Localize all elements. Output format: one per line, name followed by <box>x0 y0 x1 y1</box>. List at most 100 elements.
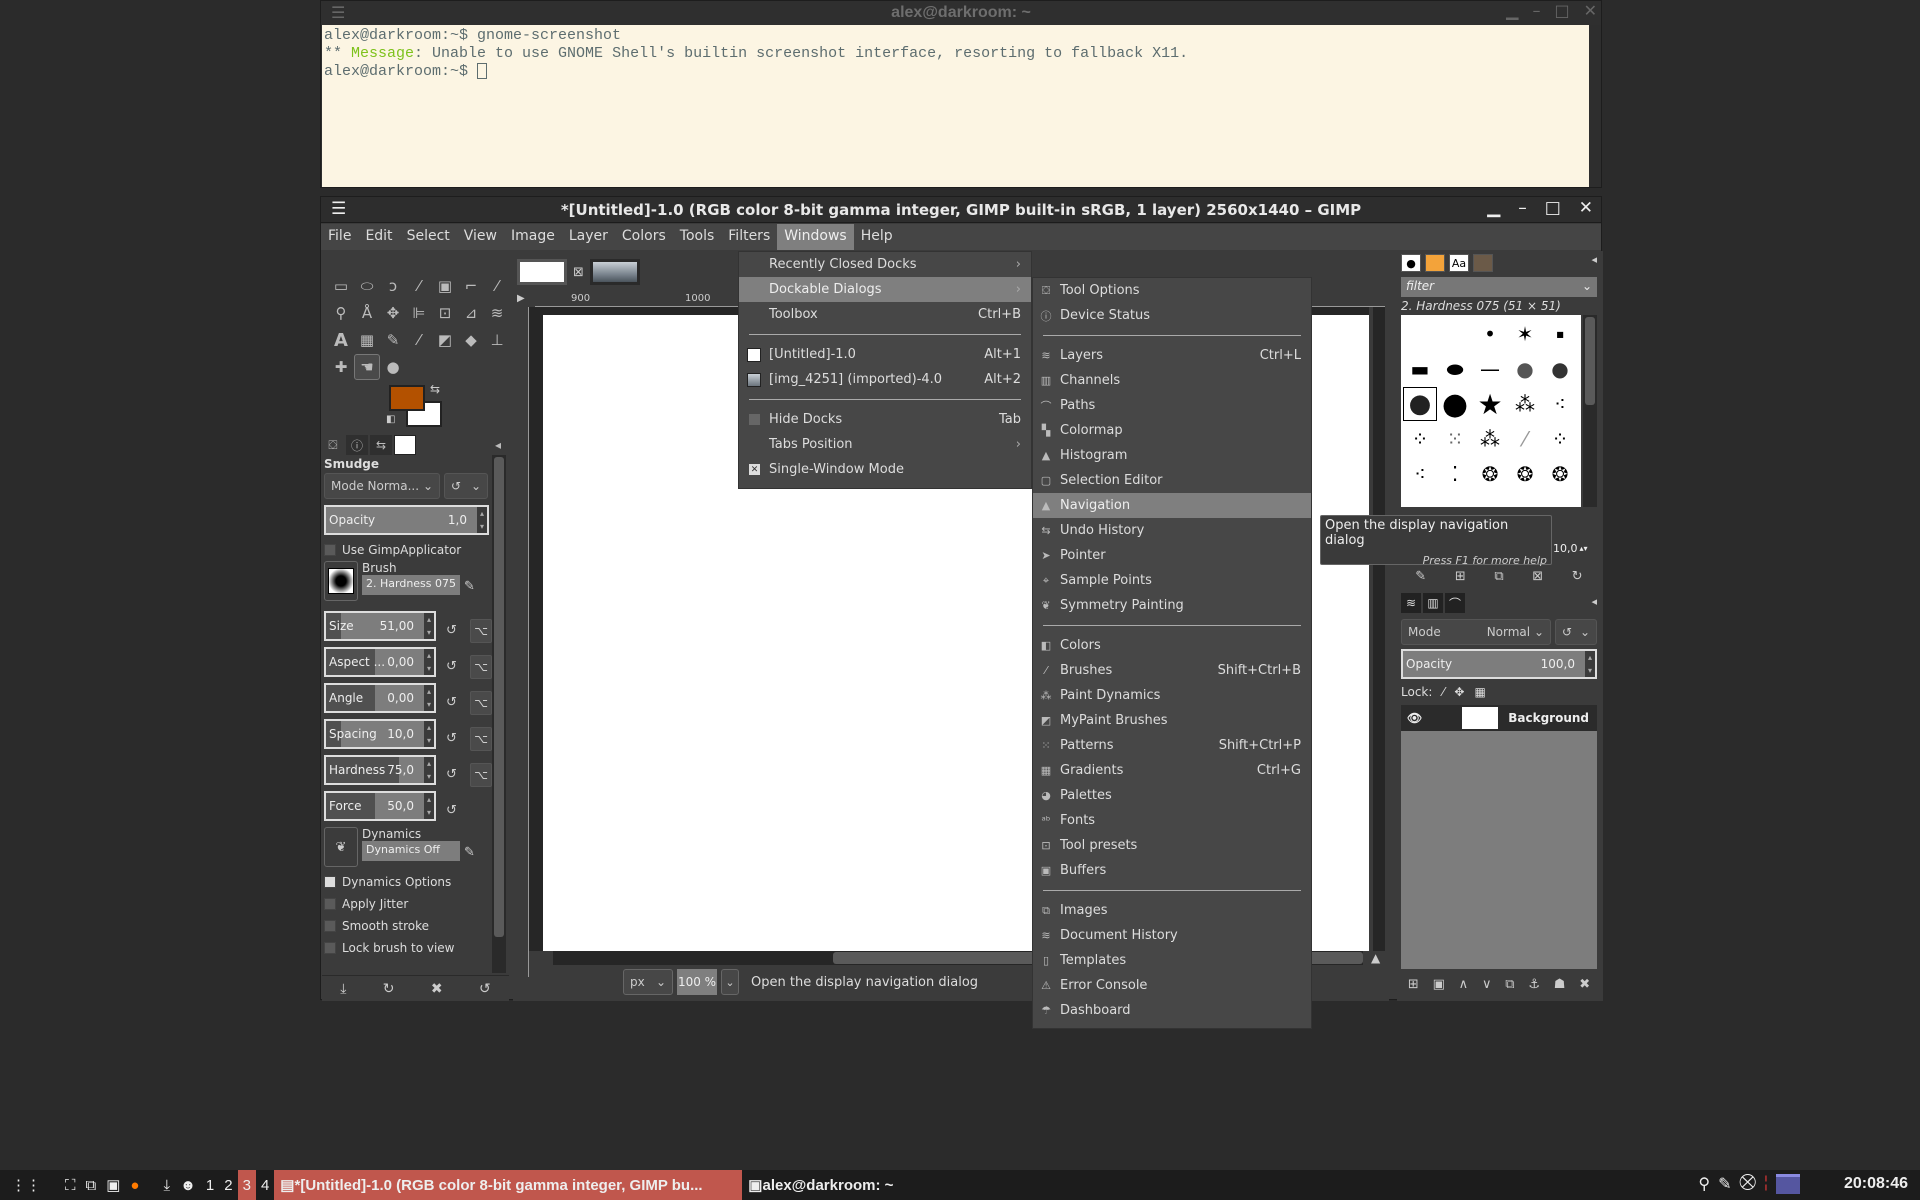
layer-mask-icon[interactable]: ☗ <box>1554 977 1566 992</box>
brush-item[interactable]: ⁄ <box>1508 422 1542 456</box>
opacity-spinner[interactable]: Opacity 1,0 ▴ ▾ <box>324 505 489 535</box>
paths-tool-icon[interactable]: ⌐ <box>458 273 484 299</box>
raise-layer-icon[interactable]: ∧ <box>1459 977 1469 992</box>
gimp-launcher-icon[interactable]: ☻ <box>175 1170 201 1200</box>
brush-item[interactable]: ❂ <box>1543 457 1577 491</box>
measure-tool-icon[interactable]: Å <box>354 300 380 326</box>
minimize-icon[interactable]: ▁ <box>1487 198 1500 218</box>
menu-item-untitled-1-0[interactable]: [Untitled]-1.0 Alt+1 <box>739 342 1031 367</box>
apply-jitter-checkbox[interactable]: Apply Jitter <box>324 893 489 915</box>
reset-value-icon[interactable]: ↺ <box>446 767 466 782</box>
screen-magnifier-icon[interactable]: ⚲ <box>1698 1174 1710 1194</box>
minimize-button[interactable]: – <box>1518 198 1527 218</box>
brush-item[interactable]: ❂ <box>1508 457 1542 491</box>
menu-item-dockable-dialogs[interactable]: Dockable Dialogs › <box>739 277 1031 302</box>
firefox-icon[interactable]: ● <box>125 1170 144 1200</box>
color-picker-tray-icon[interactable]: ✎ <box>1718 1174 1731 1194</box>
param-spinner-angle[interactable]: Angle 0,00 ▴ ▾ <box>324 683 436 713</box>
menu-item-paint-dynamics[interactable]: ⁂ Paint Dynamics <box>1033 683 1311 708</box>
unified-transform-tool-icon[interactable]: ⊿ <box>458 300 484 326</box>
brush-item[interactable]: ● <box>1508 352 1542 386</box>
menu-item-navigation[interactable]: ▲ Navigation <box>1033 493 1311 518</box>
dodge-burn-tool-icon[interactable]: ● <box>380 354 406 380</box>
link-to-brush-default-icon[interactable]: ⌥ <box>470 691 492 715</box>
restore-options-icon[interactable]: ↻ <box>383 981 395 997</box>
lower-layer-icon[interactable]: ∨ <box>1482 977 1492 992</box>
delete-options-icon[interactable]: ✖ <box>431 981 443 997</box>
workspace-4[interactable]: 4 <box>256 1170 274 1200</box>
duplicate-layer-icon[interactable]: ⧉ <box>1505 977 1514 992</box>
reset-value-icon[interactable]: ↺ <box>446 731 466 746</box>
smooth-stroke-checkbox[interactable]: Smooth stroke <box>324 915 489 937</box>
workspace-preview-icon[interactable] <box>1776 1174 1800 1194</box>
menu-item-histogram[interactable]: ▲ Histogram <box>1033 443 1311 468</box>
link-to-brush-default-icon[interactable]: ⌥ <box>470 763 492 787</box>
dynamics-preview[interactable]: ❦ <box>324 827 358 867</box>
use-applicator-checkbox[interactable]: Use GimpApplicator <box>324 539 489 561</box>
menu-item-paths[interactable]: ⌒ Paths <box>1033 393 1311 418</box>
spin-arrows-icon[interactable]: ▴ ▾ <box>424 613 434 639</box>
fuzzy-select-tool-icon[interactable]: ⁄ <box>406 273 432 299</box>
menu-item-selection-editor[interactable]: ▢ Selection Editor <box>1033 468 1311 493</box>
mode-reset-dropdown[interactable]: ↺ ⌄ <box>444 473 488 499</box>
foreground-select-tool-icon[interactable]: ▣ <box>432 273 458 299</box>
brush-grid-scrollbar[interactable] <box>1583 315 1597 507</box>
align-tool-icon[interactable]: ⊫ <box>406 300 432 326</box>
param-spinner-spacing[interactable]: Spacing 10,0 ▴ ▾ <box>324 719 436 749</box>
reset-options-icon[interactable]: ↺ <box>479 981 491 997</box>
link-to-brush-default-icon[interactable]: ⌥ <box>470 619 492 643</box>
spin-arrows-icon[interactable]: ▴ ▾ <box>424 793 434 819</box>
brush-item[interactable]: ✶ <box>1508 317 1542 351</box>
dock-menu-icon[interactable]: ◂ <box>1591 595 1597 608</box>
terminal-titlebar[interactable]: ☰ alex@darkroom: ~ ▁ – □ ✕ <box>321 1 1601 25</box>
menu-tools[interactable]: Tools <box>673 224 722 250</box>
close-icon[interactable]: ✕ <box>1584 1 1597 20</box>
move-tool-icon[interactable]: ✥ <box>380 300 406 326</box>
apps-grid-icon[interactable]: ⋮⋮ <box>6 1170 46 1200</box>
spin-arrows-icon[interactable]: ▴ ▾ <box>424 685 434 711</box>
paths-tab-icon[interactable]: ⌒ <box>1445 593 1465 613</box>
layer-row[interactable]: 👁 Background <box>1401 705 1597 731</box>
brush-item[interactable]: — <box>1473 352 1507 386</box>
close-tab-icon[interactable]: ⊠ <box>573 265 584 280</box>
brush-item[interactable]: ⁖ <box>1403 457 1437 491</box>
menu-colors[interactable]: Colors <box>615 224 673 250</box>
workspace-3[interactable]: 3 <box>237 1170 256 1200</box>
layer-composite-dropdown[interactable]: ↺ ⌄ <box>1555 619 1597 645</box>
brush-item[interactable]: ● <box>1438 387 1472 422</box>
layers-tab-icon[interactable]: ≋ <box>1401 593 1421 613</box>
menu-item-undo-history[interactable]: ⇆ Undo History <box>1033 518 1311 543</box>
tool-options-scrollbar[interactable] <box>492 455 506 973</box>
window-switch-icon[interactable]: ⧉ <box>81 1170 102 1200</box>
terminal-scrollbar[interactable] <box>1589 25 1601 187</box>
workspace-2[interactable]: 2 <box>219 1170 237 1200</box>
menu-item-hide-docks[interactable]: Hide Docks Tab <box>739 407 1031 432</box>
patterns-tab-icon[interactable] <box>1425 254 1445 272</box>
param-spinner-force[interactable]: Force 50,0 ▴ ▾ <box>324 791 436 821</box>
gradient-tool-icon[interactable]: ▦ <box>354 327 380 353</box>
visibility-eye-icon[interactable]: 👁 <box>1407 711 1422 725</box>
menu-item-device-status[interactable]: ⓘ Device Status <box>1033 303 1311 328</box>
network-disconnected-icon[interactable]: ⛒ <box>1740 1174 1756 1194</box>
quick-mask-icon[interactable]: ▶ <box>517 293 525 304</box>
new-brush-icon[interactable]: ⊞ <box>1455 569 1466 584</box>
menu-item-colormap[interactable]: ▚ Colormap <box>1033 418 1311 443</box>
clone-tool-icon[interactable]: ⊥ <box>484 327 510 353</box>
lock-brush-checkbox[interactable]: Lock brush to view <box>324 937 489 959</box>
menu-filters[interactable]: Filters <box>721 224 777 250</box>
dock-menu-icon[interactable]: ◂ <box>487 435 509 455</box>
link-to-brush-default-icon[interactable]: ⌥ <box>470 727 492 751</box>
lock-position-icon[interactable]: ✥ <box>1454 685 1464 699</box>
maximize-icon[interactable]: □ <box>1554 1 1569 20</box>
download-icon[interactable]: ⤓ <box>158 1170 175 1200</box>
menu-item-dashboard[interactable]: ☂ Dashboard <box>1033 998 1311 1023</box>
minimize-icon[interactable]: ▁ <box>1506 1 1518 20</box>
zoom-field[interactable]: 100 % <box>677 969 717 995</box>
menu-item-channels[interactable]: ▥ Channels <box>1033 368 1311 393</box>
brush-item[interactable]: ⁂ <box>1508 387 1542 421</box>
delete-brush-icon[interactable]: ⊠ <box>1532 569 1543 584</box>
menu-item-tool-options[interactable]: ⛋ Tool Options <box>1033 278 1311 303</box>
param-spinner-size[interactable]: Size 51,00 ▴ ▾ <box>324 611 436 641</box>
layer-opacity-spinner[interactable]: Opacity 100,0 ▴ ▾ <box>1401 649 1597 679</box>
brush-name-field[interactable]: 2. Hardness 075 <box>362 575 460 595</box>
